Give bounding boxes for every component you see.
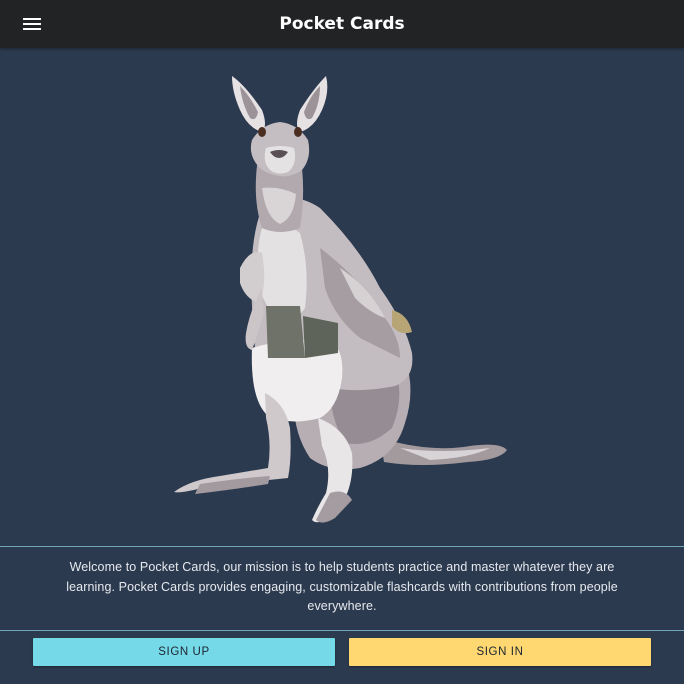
app-bar: Pocket Cards [0, 0, 684, 48]
hero [0, 48, 684, 546]
kangaroo-illustration [174, 76, 507, 523]
menu-button[interactable] [16, 12, 48, 36]
welcome-text: Welcome to Pocket Cards, our mission is … [66, 560, 618, 613]
divider-bottom [0, 630, 684, 631]
divider-top [0, 546, 684, 547]
sign-in-button[interactable]: SIGN IN [349, 638, 651, 666]
app-title: Pocket Cards [279, 14, 405, 34]
hamburger-menu-icon[interactable] [23, 17, 41, 31]
sign-up-button[interactable]: SIGN UP [33, 638, 335, 666]
